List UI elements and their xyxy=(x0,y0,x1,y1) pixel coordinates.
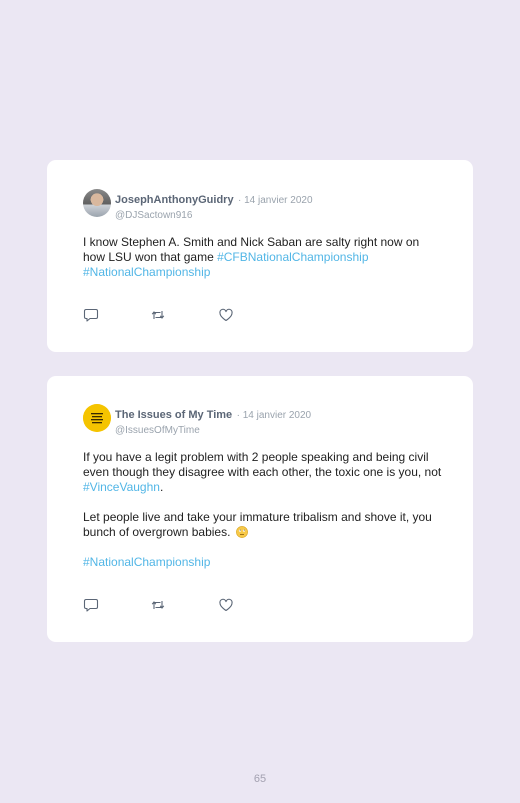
tweet-text-segment: Let people live and take your immature t… xyxy=(83,510,432,539)
avatar[interactable] xyxy=(83,189,111,217)
eye-roll-emoji-icon xyxy=(235,526,248,538)
tweet-text-segment: . xyxy=(159,480,164,494)
hashtag-link[interactable]: #VinceVaughn xyxy=(83,480,160,494)
retweet-icon[interactable] xyxy=(150,597,166,613)
retweet-icon[interactable] xyxy=(150,307,166,323)
tweet-header: JosephAnthonyGuidry · 14 janvier 2020 @D… xyxy=(115,190,313,221)
reply-icon[interactable] xyxy=(83,597,99,613)
author-handle[interactable]: @IssuesOfMyTime xyxy=(115,425,311,436)
like-icon[interactable] xyxy=(218,307,234,323)
author-name[interactable]: JosephAnthonyGuidry xyxy=(115,194,234,206)
tweet-card: JosephAnthonyGuidry · 14 janvier 2020 @D… xyxy=(47,160,473,352)
hashtag-link[interactable]: #NationalChampionship xyxy=(83,555,210,569)
author-handle[interactable]: @DJSactown916 xyxy=(115,210,313,221)
tweet-text-segment: If you have a legit problem with 2 peopl… xyxy=(83,450,442,479)
hashtag-link[interactable]: #CFBNationalChampionship xyxy=(217,250,368,264)
tweet-text: I know Stephen A. Smith and Nick Saban a… xyxy=(83,235,443,280)
tweet-card: The Issues of My Time · 14 janvier 2020 … xyxy=(47,376,473,642)
tweet-text: If you have a legit problem with 2 peopl… xyxy=(83,450,443,570)
avatar[interactable] xyxy=(83,404,111,432)
tweet-header: The Issues of My Time · 14 janvier 2020 … xyxy=(115,405,311,436)
reply-icon[interactable] xyxy=(83,307,99,323)
tweet-date[interactable]: · 14 janvier 2020 xyxy=(237,410,312,421)
hashtag-link[interactable]: #NationalChampionship xyxy=(83,265,210,279)
issues-logo-icon xyxy=(83,404,111,432)
page-number: 65 xyxy=(253,773,267,785)
tweet-date[interactable]: · 14 janvier 2020 xyxy=(238,195,313,206)
author-name[interactable]: The Issues of My Time xyxy=(115,409,232,421)
like-icon[interactable] xyxy=(218,597,234,613)
